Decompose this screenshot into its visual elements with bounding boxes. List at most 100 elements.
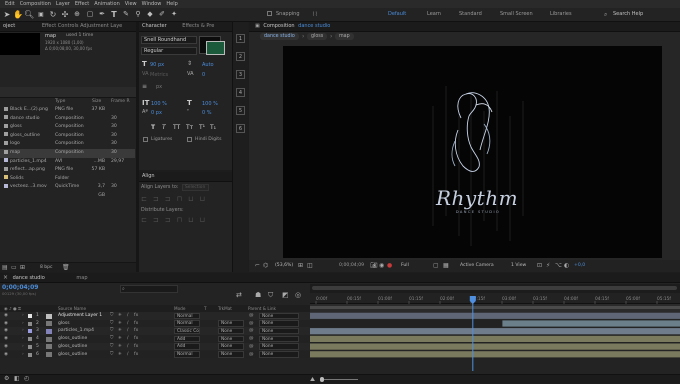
tab-align[interactable]: Align bbox=[142, 173, 155, 179]
strip-button-6[interactable]: 6 bbox=[236, 124, 245, 133]
layer-parent-dropdown[interactable]: None bbox=[259, 335, 299, 343]
zoom-slider-handle[interactable] bbox=[320, 377, 324, 382]
layer-parent-dropdown[interactable]: None bbox=[259, 351, 299, 358]
interpret-footage-icon[interactable]: ▤ bbox=[2, 264, 8, 271]
quality-switch-icon[interactable]: / bbox=[127, 312, 129, 320]
mask-rectangle-tool-icon[interactable]: ▢ bbox=[85, 9, 95, 20]
horizontal-scale-value[interactable]: 100 % bbox=[202, 101, 218, 107]
pan-behind-tool-icon[interactable]: ⊕ bbox=[72, 9, 82, 20]
project-item[interactable]: reflect...ap.png PNG file 57 KB bbox=[0, 166, 135, 175]
magnification-dropdown[interactable]: (53,6%) bbox=[275, 263, 293, 268]
project-item[interactable]: vecteez...3.mov QuickTime 3,7 GB 30 bbox=[0, 183, 135, 198]
column-mode[interactable]: Mode bbox=[174, 305, 185, 312]
zoom-slider[interactable] bbox=[322, 379, 358, 380]
parent-pickwhip-icon[interactable]: @ bbox=[249, 351, 254, 359]
tab-timeline-dance-studio[interactable]: dance studio bbox=[13, 275, 45, 281]
tab-effects-presets[interactable]: Effects & Pre bbox=[182, 23, 214, 29]
layer-row[interactable]: ◉ › 4 gloss_outline ⛉ ✳ / fx Add None @ None bbox=[0, 335, 310, 343]
composition-tab-name[interactable]: dance studio bbox=[298, 23, 330, 29]
tab-effect-controls[interactable]: Effect Controls Adjustment Laye bbox=[42, 23, 122, 29]
project-item[interactable]: map Composition 30 bbox=[0, 149, 135, 158]
composition-tab-prefix[interactable]: Composition bbox=[263, 23, 294, 29]
mask-visibility-icon[interactable]: ◫ bbox=[307, 262, 313, 269]
column-parent[interactable]: Parent & Link bbox=[248, 305, 276, 312]
transparency-grid-icon[interactable]: ▦ bbox=[443, 262, 449, 269]
layer-parent-dropdown[interactable]: None bbox=[259, 343, 299, 350]
column-t[interactable]: T bbox=[204, 305, 207, 312]
menu-window[interactable]: Window bbox=[142, 0, 162, 8]
baseline-shift-value[interactable]: 0 px bbox=[151, 110, 162, 116]
comp-mini-flowchart-icon[interactable]: ⇄ bbox=[236, 291, 242, 299]
layer-label-color[interactable] bbox=[28, 321, 32, 326]
layer-trkmat-dropdown[interactable]: None bbox=[218, 343, 244, 350]
layer-name[interactable]: Adjustment Layer 1 bbox=[58, 312, 102, 320]
layer-row[interactable]: ◉ › 1 Adjustment Layer 1 ⛉ ✳ / fx Normal @ None bbox=[0, 312, 310, 320]
menu-view[interactable]: View bbox=[125, 0, 137, 8]
hindi-digits-checkbox[interactable] bbox=[187, 137, 192, 142]
frame-blending-icon[interactable]: ◩ bbox=[282, 291, 289, 299]
superscript-button[interactable]: T¹ bbox=[199, 124, 205, 131]
layer-row[interactable]: ◉ › 5 gloss_outline ⛉ ✳ / fx Add None @ None bbox=[0, 342, 310, 351]
vr-icon[interactable]: ⌬ bbox=[263, 262, 268, 269]
layer-label-color[interactable] bbox=[28, 329, 32, 334]
shy-switch-icon[interactable]: ⛉ bbox=[110, 335, 113, 343]
menu-layer[interactable]: Layer bbox=[56, 0, 70, 8]
shy-switch-icon[interactable]: ⛉ bbox=[110, 312, 113, 320]
menu-effect[interactable]: Effect bbox=[75, 0, 89, 8]
camera-dropdown[interactable]: Active Camera bbox=[460, 263, 494, 268]
tab-project[interactable]: oject bbox=[3, 23, 15, 29]
stroke-color-swatch[interactable] bbox=[206, 41, 225, 55]
breadcrumb-dance-studio[interactable]: dance studio bbox=[260, 33, 299, 40]
layer-parent-dropdown[interactable]: None bbox=[259, 327, 299, 335]
layer-name[interactable]: gloss_outline bbox=[58, 351, 87, 359]
render-time-icon[interactable]: ◴ bbox=[24, 375, 29, 382]
layer-mode-dropdown[interactable]: Classic Co bbox=[174, 327, 200, 335]
quality-switch-icon[interactable]: / bbox=[127, 335, 129, 343]
composition-lock-icon[interactable]: ▣ bbox=[255, 23, 260, 29]
collapse-switch-icon[interactable]: ✳ bbox=[118, 343, 122, 351]
layer-name[interactable]: gloss_outline bbox=[58, 335, 87, 343]
font-family-dropdown[interactable]: Snell Roundhand bbox=[141, 36, 197, 44]
search-help-field[interactable]: Search Help bbox=[613, 10, 643, 19]
visibility-icon[interactable]: ◉ bbox=[4, 335, 8, 343]
orbit-tool-icon[interactable]: ✣ bbox=[60, 9, 70, 20]
toggle-modes-icon[interactable]: ◧ bbox=[14, 375, 20, 382]
toggle-switches-icon[interactable]: ⚙ bbox=[4, 375, 9, 382]
collapse-switch-icon[interactable]: ✳ bbox=[118, 312, 122, 320]
column-source-name[interactable]: Source Name bbox=[58, 305, 86, 312]
region-of-interest-icon[interactable]: ▢ bbox=[433, 262, 439, 269]
breadcrumb-gloss[interactable]: gloss bbox=[307, 33, 328, 40]
brush-tool-icon[interactable]: ✎ bbox=[121, 9, 131, 20]
layer-trkmat-dropdown[interactable]: None bbox=[218, 351, 244, 358]
av-features-icon[interactable]: ◉ ♪ ● ⚿ bbox=[4, 305, 21, 312]
layer-duration-bar[interactable] bbox=[502, 320, 680, 327]
resolution-dropdown[interactable]: Full bbox=[401, 263, 409, 268]
leading-value[interactable]: Auto bbox=[202, 62, 214, 68]
project-item[interactable]: gloss_outline Composition 30 bbox=[0, 132, 135, 141]
faux-bold-button[interactable]: T bbox=[151, 124, 155, 131]
search-icon[interactable]: ⌕ bbox=[604, 10, 607, 19]
layer-parent-dropdown[interactable]: None bbox=[259, 312, 299, 320]
visibility-icon[interactable]: ◉ bbox=[4, 320, 8, 328]
eraser-tool-icon[interactable]: ◆ bbox=[145, 9, 155, 20]
timeline-close-icon[interactable]: × bbox=[3, 274, 8, 281]
collapse-switch-icon[interactable]: ✳ bbox=[118, 351, 122, 359]
selection-tool-icon[interactable]: ➤ bbox=[2, 9, 12, 20]
timeline-search-field[interactable]: ⌕ bbox=[120, 285, 178, 293]
type-tool-icon[interactable]: T bbox=[109, 9, 119, 20]
menu-edit[interactable]: Edit bbox=[5, 0, 15, 8]
exposure-value[interactable]: +0,0 bbox=[574, 263, 585, 268]
parent-pickwhip-icon[interactable]: @ bbox=[249, 312, 254, 320]
expand-arrow-icon[interactable]: › bbox=[22, 343, 24, 351]
view-layout-dropdown[interactable]: 1 View bbox=[511, 263, 526, 268]
collapse-switch-icon[interactable]: ✳ bbox=[118, 327, 122, 335]
workspace-libraries[interactable]: Libraries bbox=[550, 10, 572, 19]
expand-arrow-icon[interactable]: › bbox=[22, 327, 24, 335]
layer-parent-dropdown[interactable]: None bbox=[259, 320, 299, 327]
flowchart-icon[interactable]: ⌥ bbox=[555, 262, 562, 269]
layer-mode-dropdown[interactable]: Add bbox=[174, 335, 200, 343]
subscript-button[interactable]: T₁ bbox=[210, 124, 216, 131]
draft-3d-icon[interactable]: ☗ bbox=[255, 291, 261, 299]
snapshot-icon[interactable]: 📷︎ bbox=[370, 262, 378, 269]
rotate-tool-icon[interactable]: ↻ bbox=[48, 9, 58, 20]
